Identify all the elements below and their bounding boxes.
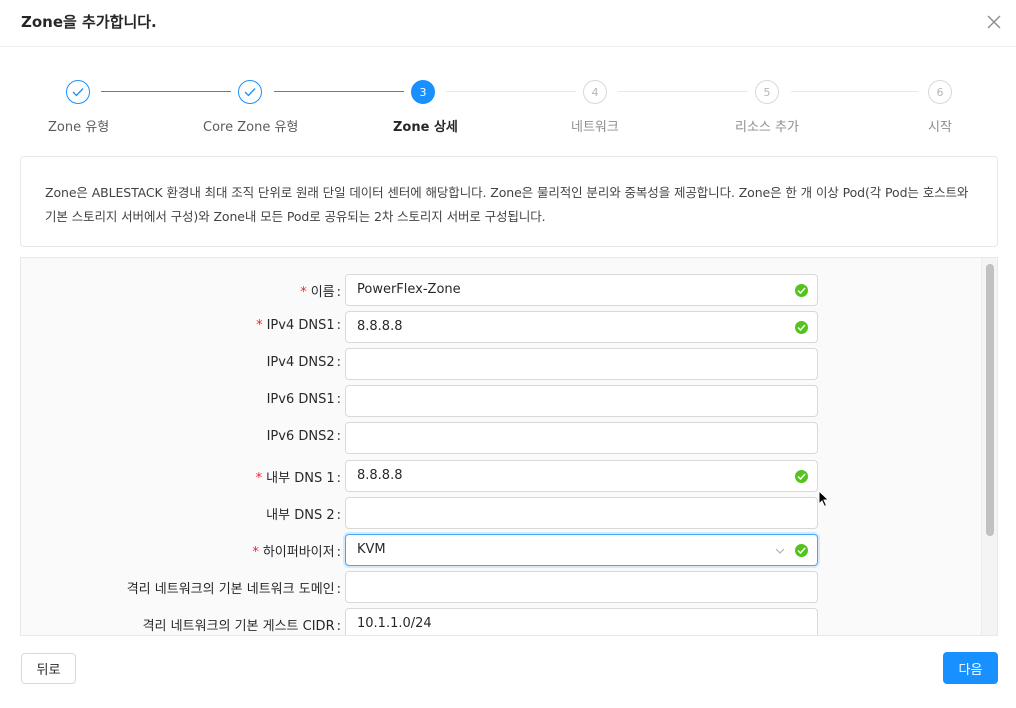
form-row-ipv4-dns2: IPv4 DNS2: bbox=[21, 348, 981, 380]
chevron-down-icon bbox=[775, 548, 785, 554]
form-row-hypervisor: * 하이퍼바이저: KVM bbox=[21, 534, 981, 566]
required-mark: * bbox=[300, 285, 307, 300]
required-mark: * bbox=[252, 545, 259, 560]
modal-header: Zone을 추가합니다. bbox=[0, 0, 1016, 47]
form-row-ipv6-dns1: IPv6 DNS1: bbox=[21, 385, 981, 417]
close-icon[interactable] bbox=[984, 12, 1004, 32]
step-6-number: 6 bbox=[928, 80, 952, 104]
step-5-label: 리소스 추가 bbox=[735, 120, 799, 135]
step-5-number: 5 bbox=[755, 80, 779, 104]
name-input[interactable]: PowerFlex-Zone bbox=[345, 274, 818, 306]
form-label: IPv4 DNS2: bbox=[266, 355, 341, 370]
ipv4-dns1-input[interactable]: 8.8.8.8 bbox=[345, 311, 818, 343]
step-connector bbox=[274, 91, 404, 92]
success-check-icon bbox=[795, 470, 808, 483]
zone-description-text: Zone은 ABLESTACK 환경내 최대 조직 단위로 원래 단일 데이터 … bbox=[45, 185, 969, 224]
hypervisor-select[interactable]: KVM bbox=[345, 534, 818, 566]
step-6-label: 시작 bbox=[928, 120, 952, 135]
step-connector bbox=[101, 91, 231, 92]
wizard-steps: Zone 유형 Core Zone 유형 3 Zone 상세 4 네트워크 5 … bbox=[0, 80, 1016, 140]
step-2-label: Core Zone 유형 bbox=[203, 120, 299, 135]
step-2-check-icon bbox=[238, 80, 262, 104]
form-row-name: * 이름: PowerFlex-Zone bbox=[21, 274, 981, 306]
guest-cidr-input[interactable]: 10.1.1.0/24 bbox=[345, 608, 818, 635]
ipv6-dns2-input[interactable] bbox=[345, 422, 818, 454]
next-button[interactable]: 다음 bbox=[943, 652, 998, 684]
ipv4-dns2-input[interactable] bbox=[345, 348, 818, 380]
step-connector bbox=[446, 91, 576, 92]
form-label: IPv6 DNS2: bbox=[266, 429, 341, 444]
form-label: * IPv4 DNS1: bbox=[256, 318, 341, 333]
step-connector bbox=[791, 91, 918, 92]
success-check-icon bbox=[795, 321, 808, 334]
modal-title: Zone을 추가합니다. bbox=[21, 13, 157, 31]
form-row-internal-dns1: * 내부 DNS 1: 8.8.8.8 bbox=[21, 460, 981, 492]
form-row-ipv4-dns1: * IPv4 DNS1: 8.8.8.8 bbox=[21, 311, 981, 343]
step-3-number: 3 bbox=[411, 80, 435, 104]
form-label: * 내부 DNS 1: bbox=[255, 471, 341, 486]
success-check-icon bbox=[795, 544, 808, 557]
zone-form-panel: * 이름: PowerFlex-Zone * IPv4 DNS1: 8.8.8.8 … bbox=[20, 257, 998, 636]
step-4-label: 네트워크 bbox=[571, 120, 619, 135]
required-mark: * bbox=[255, 471, 263, 486]
success-check-icon bbox=[795, 284, 808, 297]
back-button[interactable]: 뒤로 bbox=[21, 653, 76, 684]
step-connector bbox=[618, 91, 748, 92]
internal-dns2-input[interactable] bbox=[345, 497, 818, 529]
form-label: 격리 네트워크의 기본 네트워크 도메인: bbox=[126, 582, 341, 597]
guest-network-domain-input[interactable] bbox=[345, 571, 818, 603]
step-3-label: Zone 상세 bbox=[393, 120, 458, 135]
step-1-label: Zone 유형 bbox=[48, 120, 110, 135]
form-row-guest-network-domain: 격리 네트워크의 기본 네트워크 도메인: bbox=[21, 571, 981, 603]
required-mark: * bbox=[256, 318, 263, 333]
ipv6-dns1-input[interactable] bbox=[345, 385, 818, 417]
form-row-guest-cidr: 격리 네트워크의 기본 게스트 CIDR: 10.1.1.0/24 bbox=[21, 608, 981, 635]
step-4-number: 4 bbox=[583, 80, 607, 104]
form-label: * 이름: bbox=[300, 285, 341, 300]
step-1-check-icon bbox=[66, 80, 90, 104]
internal-dns1-input[interactable]: 8.8.8.8 bbox=[345, 460, 818, 492]
form-row-ipv6-dns2: IPv6 DNS2: bbox=[21, 422, 981, 454]
form-scrollbar[interactable] bbox=[981, 258, 997, 635]
form-label: 격리 네트워크의 기본 게스트 CIDR: bbox=[142, 619, 341, 634]
mouse-pointer-icon bbox=[818, 490, 830, 508]
scrollbar-thumb[interactable] bbox=[986, 264, 994, 536]
form-row-internal-dns2: 내부 DNS 2: bbox=[21, 497, 981, 529]
zone-description-box: Zone은 ABLESTACK 환경내 최대 조직 단위로 원래 단일 데이터 … bbox=[20, 156, 998, 247]
form-label: IPv6 DNS1: bbox=[266, 392, 341, 407]
form-label: * 하이퍼바이저: bbox=[252, 545, 341, 560]
form-label: 내부 DNS 2: bbox=[266, 508, 341, 523]
